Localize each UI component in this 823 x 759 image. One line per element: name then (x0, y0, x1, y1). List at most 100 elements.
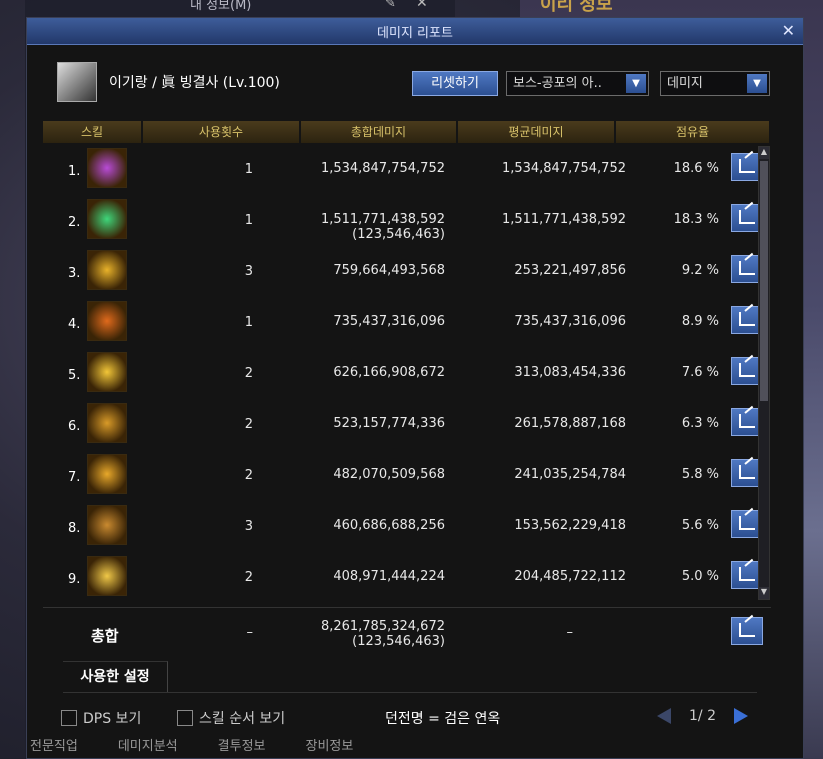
row-average-damage: 735,437,316,096 (514, 314, 626, 329)
row-rank: 7. (68, 470, 81, 485)
skill-icon[interactable] (87, 352, 127, 392)
background-right-title: 이리 정보 (540, 0, 613, 15)
scroll-down-icon[interactable]: ▼ (759, 587, 769, 599)
skill-icon[interactable] (87, 148, 127, 188)
boss-select[interactable]: 보스-공포의 아.. ▼ (506, 71, 649, 96)
row-share: 5.6 % (681, 518, 719, 533)
background-window-title: 내 정보(M) (190, 0, 252, 13)
header-uses[interactable]: 사용횟수 (143, 121, 301, 143)
skill-icon[interactable] (87, 301, 127, 341)
row-average-damage: 204,485,722,112 (514, 569, 626, 584)
header-average-damage[interactable]: 평균데미지 (458, 121, 616, 143)
header-skill[interactable]: 스킬 (43, 121, 143, 143)
share-icon (739, 623, 755, 637)
row-average-damage: 313,083,454,336 (514, 365, 626, 380)
row-uses: 3 (244, 519, 253, 534)
row-average-damage: 1,534,847,754,752 (501, 161, 626, 176)
table-row: 9. 2 408,971,444,224 204,485,722,112 5.0 % (43, 552, 771, 603)
skill-icon[interactable] (87, 454, 127, 494)
scroll-thumb[interactable] (760, 161, 768, 401)
table-row: 1. 1 1,534,847,754,752 1,534,847,754,752 18.… (43, 144, 771, 195)
header-total-damage[interactable]: 총합데미지 (301, 121, 458, 143)
row-uses: 2 (244, 417, 253, 432)
close-icon[interactable]: ✕ (782, 21, 795, 40)
metric-select[interactable]: 데미지 ▼ (660, 71, 770, 96)
checkbox-box[interactable] (177, 710, 193, 726)
row-rank: 5. (68, 368, 81, 383)
bottom-tab: 전문직업 (30, 739, 78, 754)
next-page-icon[interactable] (733, 708, 748, 724)
metric-select-value: 데미지 (667, 76, 703, 91)
row-total-value: 460,686,688,256 (333, 518, 445, 533)
avatar (57, 62, 97, 102)
total-uses: – (246, 625, 254, 640)
row-share: 18.6 % (673, 161, 719, 176)
skill-icon[interactable] (87, 250, 127, 290)
skill-icon[interactable] (87, 403, 127, 443)
row-total-sub: (123,546,463) (352, 227, 445, 242)
row-uses: 2 (244, 468, 253, 483)
pagination: 1/ 2 (657, 708, 748, 724)
total-damage-sub: (123,546,463) (352, 634, 445, 649)
background-close-icon: ✕ (416, 0, 428, 11)
skill-table: 1. 1 1,534,847,754,752 1,534,847,754,752 18.… (43, 144, 771, 603)
checkbox-box[interactable] (61, 710, 77, 726)
row-uses: 1 (244, 162, 253, 177)
row-share: 9.2 % (681, 263, 719, 278)
row-share: 5.8 % (681, 467, 719, 482)
row-share: 6.3 % (681, 416, 719, 431)
share-icon (739, 414, 755, 428)
skill-icon[interactable] (87, 556, 127, 596)
row-rank: 3. (68, 266, 81, 281)
table-header: 스킬 사용횟수 총합데미지 평균데미지 점유율 (43, 121, 771, 143)
dps-view-label: DPS 보기 (83, 711, 142, 727)
row-total-value: 759,664,493,568 (333, 263, 445, 278)
row-uses: 1 (244, 213, 253, 228)
header-share[interactable]: 점유율 (616, 121, 771, 143)
row-total-value: 523,157,774,336 (333, 416, 445, 431)
skill-order-label: 스킬 순서 보기 (199, 711, 286, 727)
row-average-damage: 241,035,254,784 (514, 467, 626, 482)
row-total-damage: 626,166,908,672 (263, 365, 445, 380)
skill-order-checkbox[interactable]: 스킬 순서 보기 (177, 708, 285, 728)
share-button[interactable] (731, 617, 763, 645)
table-row: 6. 2 523,157,774,336 261,578,887,168 6.3 % (43, 399, 771, 450)
row-total-value: 735,437,316,096 (333, 314, 445, 329)
row-rank: 2. (68, 215, 81, 230)
bottom-tab: 데미지분석 (117, 739, 178, 754)
scroll-up-icon[interactable]: ▲ (759, 147, 769, 159)
row-rank: 9. (68, 572, 81, 587)
skill-icon[interactable] (87, 199, 127, 239)
chevron-down-icon[interactable]: ▼ (626, 74, 646, 93)
share-icon (739, 363, 755, 377)
reset-button[interactable]: 리셋하기 (412, 71, 498, 96)
window-title: 데미지 리포트 (377, 26, 453, 41)
row-rank: 1. (68, 164, 81, 179)
table-row: 5. 2 626,166,908,672 313,083,454,336 7.6 % (43, 348, 771, 399)
table-row: 2. 1 1,511,771,438,592 (123,546,463) 1,511,7… (43, 195, 771, 246)
tab-used-settings[interactable]: 사용한 설정 (63, 661, 168, 693)
share-icon (739, 261, 755, 275)
row-total-damage: 482,070,509,568 (263, 467, 445, 482)
chevron-down-icon[interactable]: ▼ (747, 74, 767, 93)
scrollbar[interactable]: ▲ ▼ (758, 146, 770, 600)
row-share: 7.6 % (681, 365, 719, 380)
row-average-damage: 261,578,887,168 (514, 416, 626, 431)
dps-view-checkbox[interactable]: DPS 보기 (61, 708, 141, 728)
boss-select-value: 보스-공포의 아.. (513, 76, 602, 91)
prev-page-icon[interactable] (657, 708, 671, 724)
player-info: 이기랑 / 眞 빙결사 (Lv.100) (57, 62, 280, 102)
row-total-damage: 460,686,688,256 (263, 518, 445, 533)
row-total-damage: 759,664,493,568 (263, 263, 445, 278)
skill-icon[interactable] (87, 505, 127, 545)
row-total-damage: 1,534,847,754,752 (263, 161, 445, 176)
row-share: 18.3 % (673, 212, 719, 227)
title-bar[interactable]: 데미지 리포트 ✕ (27, 18, 803, 45)
dungeon-name: 던전명 = 검은 연옥 (385, 711, 501, 727)
row-total-value: 626,166,908,672 (333, 365, 445, 380)
pin-icon: ✎ (385, 0, 396, 11)
row-uses: 2 (244, 570, 253, 585)
total-damage-value: 8,261,785,324,672 (320, 619, 445, 634)
row-average-damage: 153,562,229,418 (514, 518, 626, 533)
table-row: 3. 3 759,664,493,568 253,221,497,856 9.2 % (43, 246, 771, 297)
